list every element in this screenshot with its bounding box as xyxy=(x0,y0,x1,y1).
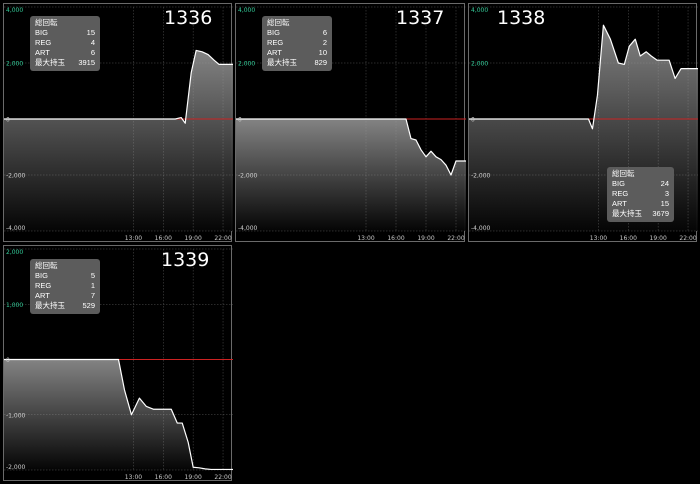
y-tick-label: 2,000 xyxy=(6,249,23,256)
x-tick-label: 19:00 xyxy=(185,474,202,481)
big-value: 15 xyxy=(86,28,95,37)
x-tick-label: 16:00 xyxy=(155,235,172,242)
stats-title: 総回転 xyxy=(267,18,290,27)
stats-box: 総回転 BIG 5 REG 1 ART 7 最大持玉 529 xyxy=(30,259,100,314)
y-tick-label: -4,000 xyxy=(471,225,491,232)
stats-title: 総回転 xyxy=(612,169,635,178)
y-tick-label: 0 xyxy=(471,117,475,124)
art-value: 15 xyxy=(660,199,669,208)
stats-box: 総回転 BIG 6 REG 2 ART 10 最大持玉 829 xyxy=(262,16,332,71)
machine-number: 1339 xyxy=(161,249,210,271)
y-tick-label: 0 xyxy=(238,117,242,124)
y-tick-label: 1,000 xyxy=(6,302,23,309)
art-value: 10 xyxy=(318,48,327,57)
reg-label: REG xyxy=(267,38,284,47)
chart-panel-1336: 4,000 2,000 0 -2,000 -4,000 13:00 16:00 19:00 22… xyxy=(3,3,233,242)
reg-value: 3 xyxy=(664,189,669,198)
max-label: 最大持玉 xyxy=(612,209,642,218)
machine-number: 1336 xyxy=(164,7,213,29)
x-tick-label: 16:00 xyxy=(620,235,637,242)
x-tick-label: 13:00 xyxy=(125,235,142,242)
max-value: 829 xyxy=(314,58,327,67)
x-tick-label: 19:00 xyxy=(185,235,202,242)
reg-value: 4 xyxy=(90,38,95,47)
y-tick-label: 2,000 xyxy=(238,61,255,68)
x-tick-label: 16:00 xyxy=(387,235,404,242)
y-tick-label: -2,000 xyxy=(471,173,491,180)
y-tick-label: -4,000 xyxy=(6,225,26,232)
x-tick-label: 19:00 xyxy=(650,235,667,242)
art-label: ART xyxy=(612,199,627,208)
max-value: 3679 xyxy=(652,209,669,218)
stats-box: 総回転 BIG 24 REG 3 ART 15 最大持玉 3679 xyxy=(607,167,674,222)
x-tick-label: 13:00 xyxy=(357,235,374,242)
y-tick-label: 2,000 xyxy=(471,61,488,68)
big-label: BIG xyxy=(612,179,625,188)
big-value: 6 xyxy=(322,28,327,37)
y-tick-label: 4,000 xyxy=(238,7,255,14)
y-tick-label: 0 xyxy=(6,357,10,364)
art-value: 7 xyxy=(90,291,95,300)
art-label: ART xyxy=(35,291,50,300)
big-label: BIG xyxy=(267,28,280,37)
x-tick-label: 22:00 xyxy=(214,235,231,242)
x-tick-label: 13:00 xyxy=(590,235,607,242)
max-value: 529 xyxy=(82,301,95,310)
reg-label: REG xyxy=(35,281,52,290)
y-tick-label: 4,000 xyxy=(471,7,488,14)
y-tick-label: -2,000 xyxy=(6,464,26,471)
reg-value: 2 xyxy=(322,38,327,47)
y-tick-label: 2,000 xyxy=(6,61,23,68)
big-label: BIG xyxy=(35,271,48,280)
y-tick-label: -2,000 xyxy=(238,173,258,180)
machine-number: 1337 xyxy=(396,7,445,29)
big-value: 24 xyxy=(660,179,669,188)
x-tick-label: 13:00 xyxy=(125,474,142,481)
chart-panel-1338: 4,000 2,000 0 -2,000 -4,000 13:00 16:00 19:00 22… xyxy=(468,3,698,242)
y-tick-label: -4,000 xyxy=(238,225,258,232)
big-label: BIG xyxy=(35,28,48,37)
y-tick-label: -2,000 xyxy=(6,173,26,180)
art-label: ART xyxy=(35,48,50,57)
x-tick-label: 22:00 xyxy=(447,235,464,242)
stats-title: 総回転 xyxy=(35,261,58,270)
art-label: ART xyxy=(267,48,282,57)
y-tick-label: -1,000 xyxy=(6,412,26,419)
y-tick-label: 0 xyxy=(6,117,10,124)
reg-label: REG xyxy=(35,38,52,47)
chart-panel-1339: 2,000 1,000 0 -1,000 -2,000 13:00 16:00 19:00 22… xyxy=(3,245,233,481)
max-value: 3915 xyxy=(78,58,95,67)
x-tick-label: 22:00 xyxy=(679,235,696,242)
x-tick-label: 22:00 xyxy=(214,474,231,481)
machine-number: 1338 xyxy=(497,7,546,29)
stats-title: 総回転 xyxy=(35,18,58,27)
max-label: 最大持玉 xyxy=(267,58,297,67)
y-tick-label: 4,000 xyxy=(6,7,23,14)
stats-box: 総回転 BIG 15 REG 4 ART 6 最大持玉 3915 xyxy=(30,16,100,71)
max-label: 最大持玉 xyxy=(35,301,65,310)
max-label: 最大持玉 xyxy=(35,58,65,67)
reg-label: REG xyxy=(612,189,629,198)
big-value: 5 xyxy=(90,271,95,280)
x-tick-label: 19:00 xyxy=(417,235,434,242)
x-tick-label: 16:00 xyxy=(155,474,172,481)
reg-value: 1 xyxy=(90,281,95,290)
chart-panel-1337: 4,000 2,000 0 -2,000 -4,000 13:00 16:00 19:00 22… xyxy=(235,3,466,242)
area-fill xyxy=(4,50,233,232)
art-value: 6 xyxy=(90,48,95,57)
